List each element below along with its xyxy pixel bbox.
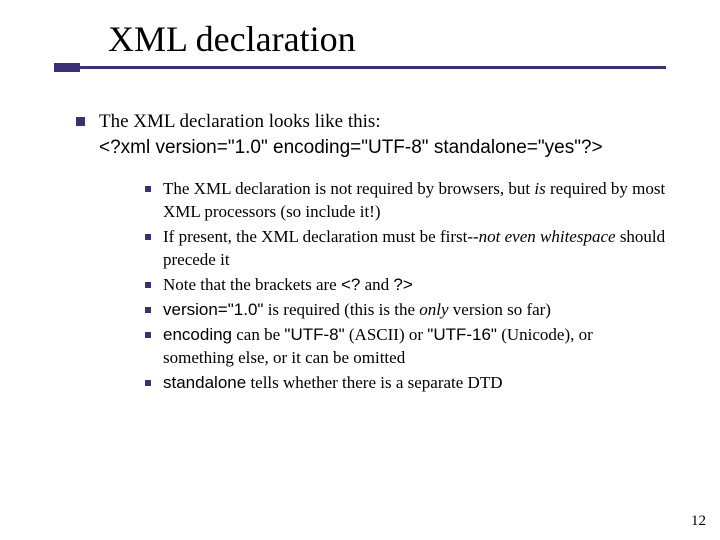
- slide-title: XML declaration: [108, 18, 720, 60]
- sub-bullet-5: encoding can be "UTF-8" (ASCII) or "UTF-…: [145, 324, 666, 370]
- lead-text: The XML declaration looks like this:: [99, 111, 381, 132]
- code: version="1.0": [163, 300, 263, 319]
- t: can be: [232, 325, 284, 344]
- code: "UTF-16": [427, 325, 497, 344]
- code: <?: [341, 275, 360, 294]
- code: "UTF-8": [284, 325, 344, 344]
- page-number: 12: [691, 513, 706, 530]
- code: encoding: [163, 325, 232, 344]
- sub-text: The XML declaration is not required by b…: [163, 178, 666, 224]
- square-bullet-icon: [145, 234, 151, 240]
- sub-text: standalone tells whether there is a sepa…: [163, 372, 666, 395]
- t-italic: is: [534, 179, 545, 198]
- t-italic: only: [419, 300, 448, 319]
- t: version so far): [449, 300, 551, 319]
- title-underline: [54, 66, 666, 69]
- sub-bullet-list: The XML declaration is not required by b…: [99, 178, 666, 394]
- sub-bullet-1: The XML declaration is not required by b…: [145, 178, 666, 224]
- t: is required (this is the: [263, 300, 419, 319]
- square-bullet-icon: [76, 117, 85, 126]
- level1-text: The XML declaration looks like this: <?x…: [99, 109, 666, 397]
- sub-bullet-2: If present, the XML declaration must be …: [145, 226, 666, 272]
- square-bullet-icon: [145, 380, 151, 386]
- sub-text: encoding can be "UTF-8" (ASCII) or "UTF-…: [163, 324, 666, 370]
- t: If present, the XML declaration must be …: [163, 227, 479, 246]
- sub-text: If present, the XML declaration must be …: [163, 226, 666, 272]
- sub-bullet-4: version="1.0" is required (this is the o…: [145, 299, 666, 322]
- sub-text: version="1.0" is required (this is the o…: [163, 299, 666, 322]
- bullet-level1: The XML declaration looks like this: <?x…: [76, 109, 666, 397]
- content-area: The XML declaration looks like this: <?x…: [0, 69, 720, 397]
- sub-bullet-6: standalone tells whether there is a sepa…: [145, 372, 666, 395]
- t-italic: not even whitespace: [479, 227, 616, 246]
- t: The XML declaration is not required by b…: [163, 179, 534, 198]
- t: (ASCII) or: [345, 325, 428, 344]
- t: and: [360, 275, 393, 294]
- square-bullet-icon: [145, 282, 151, 288]
- code: standalone: [163, 373, 246, 392]
- t: tells whether there is a separate DTD: [246, 373, 502, 392]
- slide: XML declaration The XML declaration look…: [0, 0, 720, 540]
- sub-bullet-3: Note that the brackets are <? and ?>: [145, 274, 666, 297]
- code: ?>: [393, 275, 412, 294]
- t: Note that the brackets are: [163, 275, 341, 294]
- title-wrap: XML declaration: [0, 0, 720, 60]
- square-bullet-icon: [145, 186, 151, 192]
- square-bullet-icon: [145, 332, 151, 338]
- sub-text: Note that the brackets are <? and ?>: [163, 274, 666, 297]
- square-bullet-icon: [145, 307, 151, 313]
- xml-declaration-code: <?xml version="1.0" encoding="UTF-8" sta…: [99, 137, 603, 158]
